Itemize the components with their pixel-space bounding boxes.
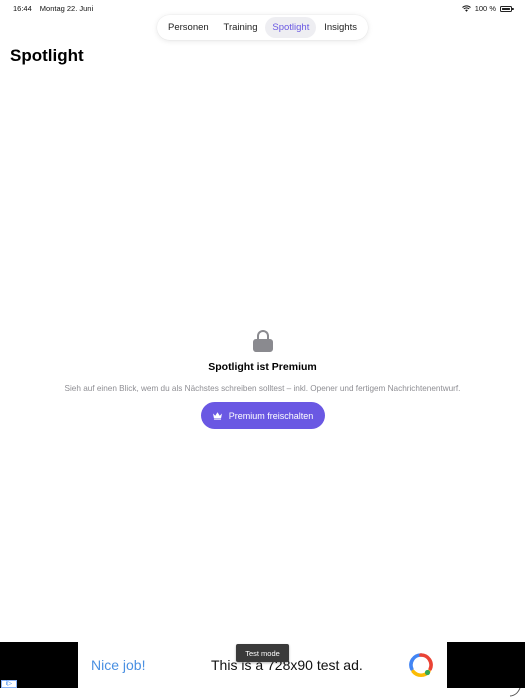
tab-personen[interactable]: Personen [161, 17, 216, 38]
battery-icon [500, 5, 514, 12]
ad-choices-icon[interactable]: i▷ [1, 680, 17, 688]
resize-handle-icon[interactable] [509, 687, 521, 697]
ad-logo-icon [409, 653, 433, 677]
premium-title: Spotlight ist Premium [208, 361, 317, 373]
battery-percentage: 100 % [474, 4, 496, 13]
premium-description: Sieh auf einen Blick, wem du als Nächste… [64, 384, 461, 393]
unlock-premium-button[interactable]: Premium freischalten [200, 402, 325, 429]
test-mode-label: Test mode [236, 644, 289, 662]
premium-locked-state: Spotlight ist Premium Sieh auf einen Bli… [0, 330, 525, 429]
bottom-strip [0, 687, 525, 700]
top-tab-bar: Personen Training Spotlight Insights [157, 15, 368, 40]
wifi-icon [461, 5, 471, 12]
page-title: Spotlight [10, 46, 84, 65]
status-left: 16:44 Montag 22. Juni [13, 4, 93, 13]
status-time: 16:44 [13, 4, 32, 13]
tab-training[interactable]: Training [217, 17, 265, 38]
status-right: 100 % [461, 4, 514, 13]
tab-insights[interactable]: Insights [317, 17, 364, 38]
status-date: Montag 22. Juni [39, 4, 94, 13]
lock-icon [252, 330, 273, 352]
ad-tagline: Nice job! [91, 657, 146, 673]
crown-icon [212, 412, 222, 420]
status-bar: 16:44 Montag 22. Juni 100 % [0, 0, 525, 16]
tab-spotlight[interactable]: Spotlight [265, 17, 317, 38]
unlock-premium-label: Premium freischalten [228, 410, 314, 421]
